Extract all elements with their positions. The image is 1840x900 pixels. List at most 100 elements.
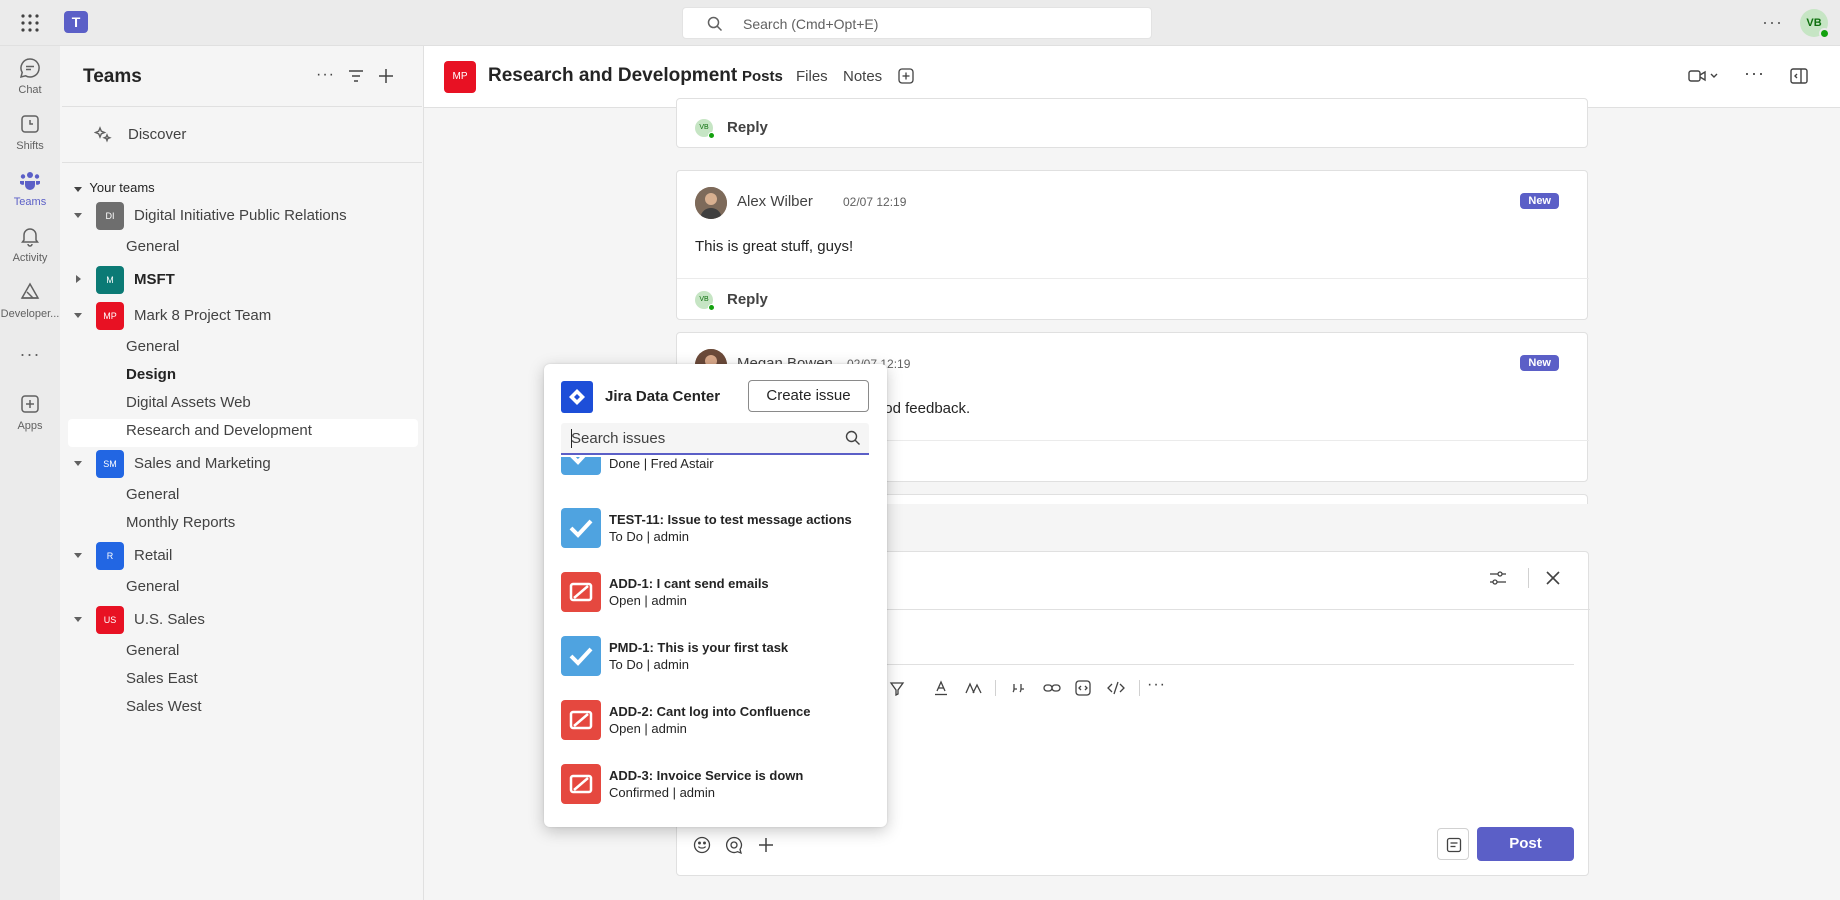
issue-search-input[interactable]: Search issues — [561, 423, 869, 455]
search-icon[interactable] — [845, 430, 861, 446]
emoji-icon[interactable] — [693, 836, 711, 854]
open-pane-icon[interactable] — [1790, 68, 1808, 84]
search-placeholder: Search (Cmd+Opt+E) — [743, 16, 879, 32]
rail-item-teams[interactable]: Teams — [0, 168, 60, 208]
channel-digital-assets-web[interactable]: Digital Assets Web — [126, 394, 251, 411]
divider — [62, 106, 422, 107]
create-issue-button[interactable]: Create issue — [748, 380, 869, 412]
channel-general[interactable]: General — [126, 578, 179, 595]
channel-team-avatar: MP — [444, 61, 476, 93]
team-name: Digital Initiative Public Relations — [134, 207, 347, 224]
tab-notes[interactable]: Notes — [843, 68, 882, 85]
channel-monthly-reports[interactable]: Monthly Reports — [126, 514, 235, 531]
add-tab-icon[interactable] — [898, 68, 914, 84]
rail-item-shifts[interactable]: Shifts — [0, 112, 60, 152]
user-avatar-initials: VB — [1806, 17, 1822, 29]
bug-icon — [561, 764, 601, 804]
reply-row[interactable]: VB Reply — [677, 107, 1589, 149]
channel-general[interactable]: General — [126, 486, 179, 503]
discover-icon — [94, 126, 112, 144]
font-color-icon[interactable] — [933, 680, 949, 696]
more-options-icon[interactable]: ··· — [316, 66, 335, 84]
post-button[interactable]: Post — [1477, 827, 1574, 861]
team-avatar: SM — [96, 450, 124, 478]
discover-label: Discover — [128, 126, 187, 143]
team-mark-8-project[interactable]: MP Mark 8 Project Team — [72, 302, 412, 330]
user-avatar[interactable]: VB — [1800, 9, 1830, 39]
tab-posts[interactable]: Posts — [742, 68, 783, 85]
code-icon[interactable] — [1107, 680, 1125, 696]
video-call-icon[interactable] — [1688, 68, 1718, 84]
note-icon — [1446, 837, 1462, 853]
issue-item[interactable]: ADD-1: I cant send emails Open | admin — [561, 572, 871, 616]
teams-icon — [18, 168, 42, 192]
team-retail[interactable]: R Retail — [72, 542, 412, 570]
schedule-message-button[interactable] — [1437, 828, 1469, 860]
channel-general[interactable]: General — [126, 642, 179, 659]
team-avatar: US — [96, 606, 124, 634]
app-launcher-icon[interactable] — [20, 13, 40, 33]
reply-row[interactable]: VB Reply — [677, 278, 1589, 320]
rail-item-activity[interactable]: Activity — [0, 224, 60, 264]
chevron-down-icon — [74, 459, 82, 467]
rail-more-icon[interactable]: ··· — [0, 344, 60, 365]
link-icon[interactable] — [1043, 680, 1061, 696]
font-size-icon[interactable] — [965, 680, 983, 696]
rail-item-apps[interactable]: Apps — [0, 392, 60, 432]
filter-icon[interactable] — [348, 68, 364, 84]
message-author: Alex Wilber — [737, 193, 813, 210]
reply-avatar: VB — [695, 291, 715, 311]
global-search-input[interactable]: Search (Cmd+Opt+E) — [682, 7, 1152, 39]
more-options-icon[interactable]: ··· — [1762, 12, 1783, 33]
issue-item[interactable]: ADD-3: Invoice Service is down Confirmed… — [561, 764, 871, 808]
issue-status: Open | admin — [609, 593, 687, 608]
tab-files[interactable]: Files — [796, 68, 828, 85]
search-icon — [707, 16, 723, 32]
reply-avatar-initials: VB — [699, 124, 709, 131]
team-avatar: M — [96, 266, 124, 294]
channel-general[interactable]: General — [126, 338, 179, 355]
your-teams-header[interactable]: Your teams — [74, 180, 155, 195]
panel-title: Teams — [83, 66, 142, 87]
top-bar: T Search (Cmd+Opt+E) ··· VB — [0, 0, 1840, 46]
new-badge: New — [1520, 193, 1559, 209]
message-timestamp: 02/07 12:19 — [843, 195, 907, 209]
message-body: This is great stuff, guys! — [695, 238, 854, 255]
more-options-icon[interactable]: ··· — [1147, 676, 1166, 694]
rail-label: Apps — [17, 420, 43, 432]
channel-research-and-development[interactable]: Research and Development — [126, 422, 312, 439]
issue-item[interactable]: PMD-1: This is your first task To Do | a… — [561, 636, 871, 680]
issue-search-placeholder: Search issues — [571, 430, 666, 447]
jira-popup: Jira Data Center Create issue Search iss… — [544, 364, 887, 827]
channel-design[interactable]: Design — [126, 366, 176, 383]
add-attachment-icon[interactable] — [757, 836, 775, 854]
add-icon[interactable] — [378, 68, 394, 84]
loop-component-icon[interactable] — [725, 836, 743, 854]
close-icon[interactable] — [1545, 570, 1561, 586]
issue-item[interactable]: ADD-2: Cant log into Confluence Open | a… — [561, 700, 871, 744]
team-digital-initiative[interactable]: DI Digital Initiative Public Relations — [72, 202, 412, 230]
issue-item[interactable]: TEST-11: Issue to test message actions T… — [561, 508, 871, 552]
quote-icon[interactable] — [1011, 680, 1027, 696]
divider — [62, 162, 422, 163]
team-sales-and-marketing[interactable]: SM Sales and Marketing — [72, 450, 412, 478]
team-us-sales[interactable]: US U.S. Sales — [72, 606, 412, 634]
issue-status: To Do | admin — [609, 657, 689, 672]
rail-label: Activity — [12, 252, 48, 264]
bell-icon — [18, 224, 42, 248]
highlight-icon[interactable] — [889, 680, 905, 696]
channel-sales-east[interactable]: Sales East — [126, 670, 198, 687]
more-options-icon[interactable]: ··· — [1744, 63, 1765, 84]
chevron-down-icon — [74, 185, 82, 193]
channel-general[interactable]: General — [126, 238, 179, 255]
format-options-icon[interactable] — [1489, 570, 1507, 586]
channel-sales-west[interactable]: Sales West — [126, 698, 202, 715]
author-avatar — [695, 187, 727, 219]
discover-link[interactable]: Discover — [94, 126, 186, 144]
rail-item-developer[interactable]: Developer... — [0, 280, 60, 320]
teams-logo-icon: T — [64, 11, 88, 33]
chevron-down-icon — [74, 211, 82, 219]
team-msft[interactable]: M MSFT — [72, 266, 412, 294]
code-snippet-icon[interactable] — [1075, 680, 1091, 696]
rail-item-chat[interactable]: Chat — [0, 56, 60, 96]
